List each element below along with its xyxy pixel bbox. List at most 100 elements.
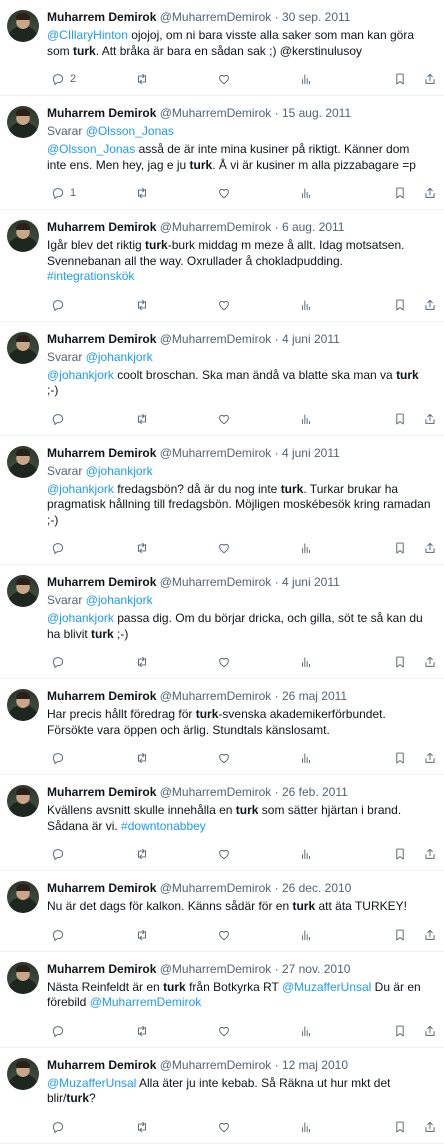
- like-button[interactable]: [217, 1023, 231, 1039]
- bookmark-button[interactable]: [393, 846, 407, 862]
- retweet-button[interactable]: [135, 1119, 149, 1135]
- bookmark-button[interactable]: [393, 540, 407, 556]
- tweet-date[interactable]: 26 maj 2011: [282, 689, 347, 703]
- reply-button[interactable]: [51, 750, 70, 766]
- tweet[interactable]: Muharrem Demirok @MuharremDemirok · 4 ju…: [0, 436, 444, 565]
- share-button[interactable]: [423, 297, 437, 313]
- author-handle[interactable]: @MuharremDemirok: [160, 962, 272, 976]
- share-button[interactable]: [423, 411, 437, 427]
- like-button[interactable]: [217, 297, 231, 313]
- share-button[interactable]: [423, 750, 437, 766]
- views-button[interactable]: [299, 71, 313, 87]
- retweet-button[interactable]: [135, 297, 149, 313]
- avatar[interactable]: [7, 689, 39, 721]
- retweet-button[interactable]: [135, 71, 149, 87]
- author-handle[interactable]: @MuharremDemirok: [160, 10, 272, 24]
- reply-button[interactable]: [51, 927, 70, 943]
- author-name[interactable]: Muharrem Demirok: [47, 446, 156, 460]
- author-handle[interactable]: @MuharremDemirok: [160, 1058, 272, 1072]
- retweet-button[interactable]: [135, 846, 149, 862]
- author-handle[interactable]: @MuharremDemirok: [160, 220, 272, 234]
- author-handle[interactable]: @MuharremDemirok: [160, 332, 272, 346]
- tweet[interactable]: Muharrem Demirok @MuharremDemirok · 4 ju…: [0, 565, 444, 679]
- tweet-date[interactable]: 6 aug. 2011: [282, 220, 345, 234]
- retweet-button[interactable]: [135, 750, 149, 766]
- avatar[interactable]: [7, 1057, 39, 1090]
- mention-link[interactable]: @CIllaryHinton: [47, 28, 128, 42]
- views-button[interactable]: [299, 846, 313, 862]
- views-button[interactable]: [299, 927, 313, 943]
- tweet[interactable]: Muharrem Demirok @MuharremDemirok · 15 a…: [0, 96, 444, 210]
- reply-button[interactable]: [51, 1119, 70, 1135]
- hashtag-link[interactable]: #downtonabbey: [121, 819, 206, 833]
- tweet-date[interactable]: 12 maj 2010: [282, 1058, 348, 1072]
- reply-button[interactable]: [51, 411, 70, 427]
- like-button[interactable]: [217, 750, 231, 766]
- like-button[interactable]: [217, 185, 231, 201]
- tweet-date[interactable]: 4 juni 2011: [282, 332, 340, 346]
- tweet-date[interactable]: 15 aug. 2011: [282, 106, 351, 120]
- views-button[interactable]: [299, 185, 313, 201]
- tweet-date[interactable]: 26 dec. 2010: [282, 881, 351, 895]
- author-handle[interactable]: @MuharremDemirok: [160, 689, 272, 703]
- tweet[interactable]: Muharrem Demirok @MuharremDemirok · 4 ju…: [0, 322, 444, 436]
- share-button[interactable]: [423, 71, 437, 87]
- like-button[interactable]: [217, 540, 231, 556]
- replying-to-mention[interactable]: @johankjork: [86, 464, 153, 478]
- author-name[interactable]: Muharrem Demirok: [47, 332, 156, 346]
- views-button[interactable]: [299, 540, 313, 556]
- bookmark-button[interactable]: [393, 411, 407, 427]
- bookmark-button[interactable]: [393, 297, 407, 313]
- views-button[interactable]: [299, 1023, 313, 1039]
- avatar[interactable]: [7, 881, 39, 913]
- share-button[interactable]: [423, 1023, 437, 1039]
- avatar[interactable]: [7, 785, 39, 817]
- author-name[interactable]: Muharrem Demirok: [47, 106, 156, 120]
- mention-link[interactable]: @johankjork: [47, 368, 114, 382]
- mention-link[interactable]: @johankjork: [47, 611, 114, 625]
- tweet[interactable]: Muharrem Demirok @MuharremDemirok · 27 n…: [0, 952, 444, 1048]
- like-button[interactable]: [217, 411, 231, 427]
- bookmark-button[interactable]: [393, 185, 407, 201]
- avatar[interactable]: [7, 106, 39, 138]
- reply-button[interactable]: [51, 654, 70, 670]
- views-button[interactable]: [299, 297, 313, 313]
- mention-link[interactable]: @johankjork: [47, 482, 114, 496]
- reply-button[interactable]: 2: [51, 71, 76, 87]
- author-name[interactable]: Muharrem Demirok: [47, 785, 156, 799]
- avatar[interactable]: [7, 220, 39, 252]
- reply-button[interactable]: 1: [51, 185, 76, 201]
- share-button[interactable]: [423, 1119, 437, 1135]
- tweet-date[interactable]: 30 sep. 2011: [282, 10, 351, 24]
- author-handle[interactable]: @MuharremDemirok: [160, 106, 272, 120]
- bookmark-button[interactable]: [393, 1119, 407, 1135]
- author-handle[interactable]: @MuharremDemirok: [160, 446, 272, 460]
- retweet-button[interactable]: [135, 927, 149, 943]
- views-button[interactable]: [299, 411, 313, 427]
- tweet-date[interactable]: 4 juni 2011: [282, 446, 340, 460]
- tweet-date[interactable]: 27 nov. 2010: [282, 962, 351, 976]
- tweet-date[interactable]: 4 juni 2011: [282, 575, 340, 589]
- share-button[interactable]: [423, 654, 437, 670]
- reply-button[interactable]: [51, 297, 70, 313]
- like-button[interactable]: [217, 927, 231, 943]
- author-name[interactable]: Muharrem Demirok: [47, 689, 156, 703]
- author-name[interactable]: Muharrem Demirok: [47, 962, 156, 976]
- author-name[interactable]: Muharrem Demirok: [47, 220, 156, 234]
- replying-to-mention[interactable]: @johankjork: [86, 350, 153, 364]
- bookmark-button[interactable]: [393, 927, 407, 943]
- mention-link[interactable]: @MuharremDemirok: [90, 995, 202, 1009]
- views-button[interactable]: [299, 750, 313, 766]
- author-handle[interactable]: @MuharremDemirok: [160, 881, 272, 895]
- retweet-button[interactable]: [135, 411, 149, 427]
- bookmark-button[interactable]: [393, 1023, 407, 1039]
- mention-link[interactable]: @Olsson_Jonas: [47, 142, 135, 156]
- tweet[interactable]: Muharrem Demirok @MuharremDemirok · 12 m…: [0, 1048, 444, 1144]
- retweet-button[interactable]: [135, 540, 149, 556]
- share-button[interactable]: [423, 846, 437, 862]
- avatar[interactable]: [7, 10, 39, 42]
- bookmark-button[interactable]: [393, 750, 407, 766]
- like-button[interactable]: [217, 846, 231, 862]
- avatar[interactable]: [7, 961, 39, 994]
- author-name[interactable]: Muharrem Demirok: [47, 1058, 156, 1072]
